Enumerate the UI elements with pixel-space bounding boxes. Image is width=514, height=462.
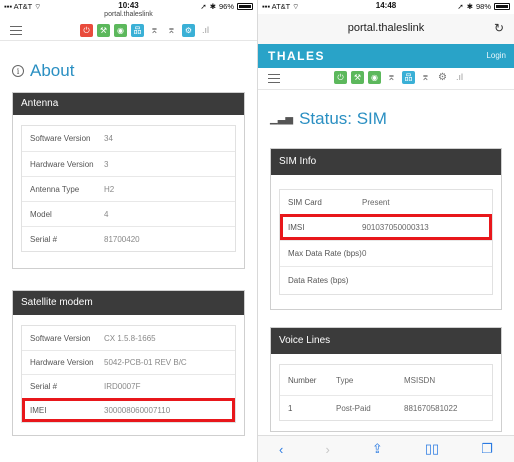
network-tree-alt-icon[interactable]: ⌆ xyxy=(165,24,178,37)
satellite-modem-panel: Satellite modem Software Version CX 1.5.8… xyxy=(12,290,245,436)
bar-chart-icon: ▁▃▅ xyxy=(270,113,294,125)
table-row: Software Version CX 1.5.8-1665 xyxy=(30,333,156,343)
page-title-text: About xyxy=(30,61,75,80)
nav-bar: ⏻ ⚒ ◉ ⌆ 品 ⌆ ⚙ .ıl xyxy=(258,68,514,90)
nav-bar: ⏻ ⚒ ◉ 品 ⌆ ⌆ ⚙ .ıl xyxy=(0,21,257,41)
network-icon[interactable]: 品 xyxy=(131,24,144,37)
antenna-panel-title: Antenna xyxy=(13,93,244,115)
table-row: Max Data Rate (bps) 0 xyxy=(280,240,492,266)
voice-table: Number Type MSISDN 1 Post-Paid 881670581… xyxy=(279,364,493,421)
brand-logo: THALES xyxy=(268,49,325,63)
bookmarks-icon[interactable]: ▯▯ xyxy=(425,441,439,457)
forward-icon[interactable]: › xyxy=(325,442,329,457)
login-link[interactable]: Login xyxy=(486,51,506,60)
settings-icon[interactable]: ⚙ xyxy=(182,24,195,37)
right-screenshot: ▪▪▪ AT&T ⌔ 14:48 ➚ ✱ 98% portal.thalesli… xyxy=(258,0,514,462)
signal-icon[interactable]: .ıl xyxy=(453,71,466,84)
power-icon[interactable]: ⏻ xyxy=(80,24,93,37)
voice-panel-title: Voice Lines xyxy=(271,328,501,354)
imsi-row-highlighted: IMSI 901037050000313 xyxy=(280,214,492,240)
nav-icons: ⏻ ⚒ ◉ ⌆ 品 ⌆ ⚙ .ıl xyxy=(334,71,466,84)
reload-icon[interactable]: ↻ xyxy=(494,21,504,35)
tabs-icon[interactable]: ❐ xyxy=(481,441,493,457)
table-row: Model 4 xyxy=(22,201,235,226)
tools-icon[interactable]: ⚒ xyxy=(97,24,110,37)
sim-info-panel: SIM Info SIM Card Present IMSI 90103705000… xyxy=(270,148,502,310)
modem-table: Software Version CX 1.5.8-1665 Hardware V… xyxy=(21,325,236,423)
table-row: Hardware Version 5042-PCB-01 REV B/C xyxy=(22,350,235,374)
battery-percent: 96% xyxy=(218,2,234,11)
page-title-text: Status: SIM xyxy=(299,109,387,128)
table-header: Number Type MSISDN xyxy=(288,375,436,385)
battery-icon xyxy=(237,3,253,10)
signal-icon[interactable]: .ıl xyxy=(199,24,212,37)
network-tree-icon[interactable]: ⌆ xyxy=(385,71,398,84)
page-title: i About xyxy=(0,41,257,85)
table-row: Serial #81700420 xyxy=(22,226,235,251)
antenna-panel: Antenna Software Version 34 Hardware Vers… xyxy=(12,92,245,269)
battery-percent: 98% xyxy=(475,2,491,11)
settings-icon[interactable]: ⚙ xyxy=(436,71,449,84)
nav-icons: ⏻ ⚒ ◉ 品 ⌆ ⌆ ⚙ .ıl xyxy=(80,24,212,37)
status-bar: ▪▪▪ AT&T ⌔ 10:43 ➚ ✱ 96% xyxy=(0,0,257,14)
tools-icon[interactable]: ⚒ xyxy=(351,71,364,84)
network-icon[interactable]: 品 xyxy=(402,71,415,84)
modem-panel-title: Satellite modem xyxy=(13,291,244,315)
battery-icon xyxy=(494,3,510,10)
menu-icon[interactable] xyxy=(268,74,280,83)
bluetooth-icon: ✱ xyxy=(466,2,473,11)
left-screenshot: ▪▪▪ AT&T ⌔ 10:43 ➚ ✱ 96% portal.thalesli… xyxy=(0,0,257,462)
back-icon[interactable]: ‹ xyxy=(279,442,283,457)
table-row: Antenna Type H2 xyxy=(22,176,235,201)
network-tree-icon[interactable]: ⌆ xyxy=(148,24,161,37)
sim-panel-title: SIM Info xyxy=(271,149,501,175)
wifi-status-icon[interactable]: ◉ xyxy=(368,71,381,84)
antenna-table: Software Version 34 Hardware Version 3 Ant… xyxy=(21,125,236,252)
location-icon: ➚ xyxy=(457,2,464,11)
location-icon: ➚ xyxy=(200,2,207,11)
share-icon[interactable]: ⇪ xyxy=(372,441,383,457)
address-bar[interactable]: portal.thaleslink ↻ xyxy=(258,14,514,44)
address-text[interactable]: portal.thaleslink xyxy=(258,22,514,34)
menu-icon[interactable] xyxy=(10,26,22,35)
table-row: SIM Card Present xyxy=(288,197,390,207)
brand-bar: THALES Login xyxy=(258,44,514,68)
table-row: Software Version 34 xyxy=(30,134,113,143)
status-bar: ▪▪▪ AT&T ⌔ 14:48 ➚ ✱ 98% xyxy=(258,0,514,14)
browser-toolbar: ‹ › ⇪ ▯▯ ❐ xyxy=(258,435,514,462)
table-row: 1 Post-Paid 881670581022 xyxy=(280,395,492,420)
imei-row-highlighted: IMEI 300008060007110 xyxy=(22,398,235,422)
power-icon[interactable]: ⏻ xyxy=(334,71,347,84)
info-icon: i xyxy=(12,65,24,77)
bluetooth-icon: ✱ xyxy=(209,2,216,11)
page-title: ▁▃▅ Status: SIM xyxy=(258,90,514,148)
table-row: Serial # IRD0007F xyxy=(22,374,235,398)
network-tree-alt-icon[interactable]: ⌆ xyxy=(419,71,432,84)
table-row: Hardware Version 3 xyxy=(22,151,235,176)
table-row: Data Rates (bps) xyxy=(280,266,492,294)
voice-lines-panel: Voice Lines Number Type MSISDN 1 Post-Pa… xyxy=(270,327,502,432)
sim-table: SIM Card Present IMSI 901037050000313 Max … xyxy=(279,189,493,295)
wifi-status-icon[interactable]: ◉ xyxy=(114,24,127,37)
